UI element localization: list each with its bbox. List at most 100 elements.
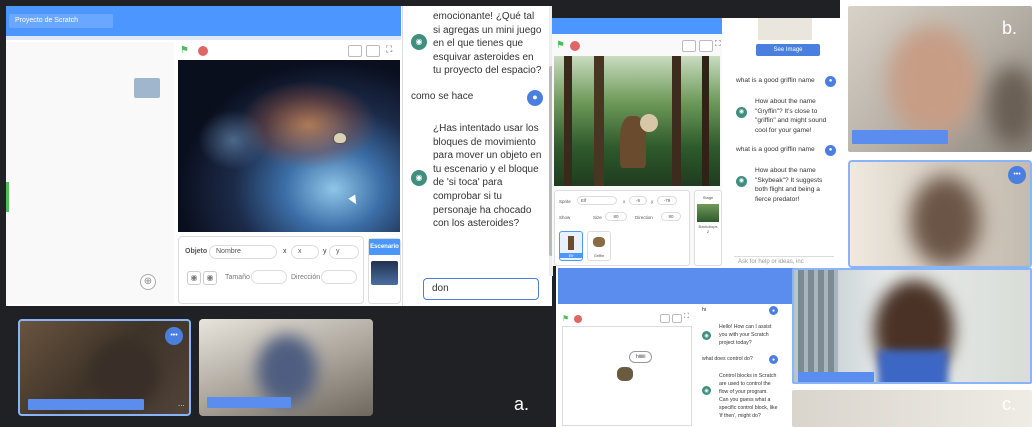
show-label: Show	[559, 215, 571, 220]
user-avatar-icon: ●	[825, 76, 836, 87]
stop-icon[interactable]	[570, 41, 580, 51]
bot-message: emocionante! ¿Qué tal si agregas un mini…	[433, 11, 542, 77]
stage-thumbnail[interactable]	[697, 204, 719, 222]
tree-trunk	[672, 56, 681, 186]
chat-image-preview	[758, 18, 812, 40]
user-message: what is a good griffin name	[736, 77, 815, 84]
stage-canvas-c[interactable]: hiiiiii	[562, 326, 692, 426]
chat-thread-a: ◉ emocionante! ¿Qué tal si agregas un mi…	[411, 10, 543, 237]
stop-icon[interactable]	[198, 46, 208, 56]
scratch-window-a: Proyecto de Scratch ⊕ ⚑ ⛶ Objeto Nombre	[6, 6, 553, 306]
direction-label: Dirección	[291, 274, 321, 281]
participant-tile-c2[interactable]: c.	[792, 390, 1032, 427]
spaceship-sprite[interactable]	[333, 132, 347, 144]
green-flag-icon[interactable]: ⚑	[556, 40, 565, 51]
nebula-blue	[198, 110, 268, 170]
code-area[interactable]: ⊕	[6, 42, 174, 304]
stop-icon[interactable]	[574, 315, 582, 323]
elf-thumb-shape	[568, 236, 574, 250]
participant-more: ...	[178, 399, 185, 408]
more-options-icon[interactable]: •••	[1008, 166, 1026, 184]
participant-tile-b2[interactable]: •••	[848, 160, 1032, 268]
object-label: Objeto	[185, 248, 208, 255]
griffin-sprite[interactable]	[640, 114, 658, 132]
chat-input-a[interactable]: don	[423, 278, 539, 300]
large-stage-icon[interactable]	[699, 40, 713, 52]
participant-name-bar	[852, 130, 948, 144]
participant-name-bar	[207, 397, 291, 408]
green-flag-icon[interactable]: ⚑	[180, 45, 189, 56]
stage-canvas[interactable]	[178, 60, 400, 232]
fullscreen-icon[interactable]: ⛶	[684, 313, 689, 321]
participant-face	[910, 176, 980, 266]
stage-pane-b: Stage Backdrops 2	[694, 190, 722, 266]
griffin-sprite[interactable]	[617, 367, 633, 381]
stage-canvas-b[interactable]	[554, 56, 720, 186]
project-title-field[interactable]: Proyecto de Scratch	[9, 14, 113, 28]
scratch-window-b: ⚑ ⛶ Sprite Elf x -9 y -79 Show Size 80 D…	[552, 34, 722, 266]
size-input[interactable]: 80	[605, 212, 627, 221]
y-label: y	[323, 248, 327, 255]
participant-face	[888, 26, 978, 136]
hide-eye-icon[interactable]: ◉	[203, 271, 217, 285]
large-stage-icon[interactable]	[672, 314, 682, 323]
scratch-window-c: ⚑ ⛶ hiiiiii	[558, 304, 694, 427]
panel-label-b: b.	[1002, 18, 1018, 38]
bot-avatar-icon: ◉	[411, 34, 427, 50]
bot-avatar-icon: ◉	[736, 176, 747, 187]
sprite-thumbnail-icon	[134, 78, 160, 98]
sprite-thumb-elf[interactable]: Elf	[559, 231, 583, 261]
chat-thread-c: hi ● ◉ Hello! How can I assist you with …	[702, 306, 778, 420]
bot-avatar-icon: ◉	[702, 331, 711, 340]
participant-tile-c1[interactable]	[792, 268, 1032, 384]
show-eye-icon[interactable]: ◉	[187, 271, 201, 285]
panel-label-a: a.	[514, 394, 530, 414]
stage-label: Stage	[702, 195, 714, 200]
stage-thumbnail[interactable]	[371, 261, 398, 285]
small-stage-icon[interactable]	[348, 45, 362, 57]
participant-tile-1[interactable]: ••• ...	[18, 319, 191, 416]
fullscreen-icon[interactable]: ⛶	[715, 39, 721, 49]
user-avatar-icon: ●	[769, 306, 778, 315]
y-input[interactable]: y	[329, 245, 359, 259]
user-avatar-icon: ●	[527, 89, 543, 106]
bot-message: How about the name "Gryffin"? It's close…	[755, 98, 827, 134]
block-edge	[6, 182, 9, 212]
participant-name-bar	[28, 399, 144, 410]
user-avatar-icon: ●	[825, 145, 836, 156]
direction-input[interactable]: 90	[661, 212, 681, 221]
x-label: x	[283, 248, 287, 255]
participant-name-bar	[798, 372, 874, 382]
participant-tile-b1[interactable]: b.	[848, 6, 1032, 152]
participant-tile-2[interactable]	[199, 319, 373, 416]
scratch-menu-bar: Proyecto de Scratch	[6, 6, 401, 36]
sprite-name-input[interactable]: Elf	[577, 196, 617, 205]
small-stage-icon[interactable]	[660, 314, 670, 323]
x-input[interactable]: x	[291, 245, 319, 259]
x-input[interactable]: -9	[629, 196, 647, 205]
y-label: y	[651, 199, 654, 204]
sprite-thumb-label: Griffin	[593, 253, 605, 258]
y-input[interactable]: -79	[657, 196, 677, 205]
direction-input[interactable]	[321, 270, 357, 284]
cursor-icon	[348, 194, 360, 207]
zoom-in-icon[interactable]: ⊕	[140, 274, 156, 290]
large-stage-icon[interactable]	[366, 45, 380, 57]
bot-avatar-icon: ◉	[736, 107, 747, 118]
speech-bubble: hiiiiii	[629, 351, 653, 363]
size-input[interactable]	[251, 270, 287, 284]
fullscreen-icon[interactable]: ⛶	[386, 44, 392, 55]
panel-b: ⚑ ⛶ Sprite Elf x -9 y -79 Show Size 80 D…	[552, 0, 840, 266]
stage-controls: ⚑ ⛶	[178, 42, 400, 60]
scratch-menu-bar-b	[552, 18, 722, 34]
sprite-thumb-griffin[interactable]: Griffin	[587, 231, 611, 261]
chat-input-b[interactable]: Ask for help or ideas, inc	[734, 256, 834, 266]
tree-trunk	[594, 56, 604, 186]
sprite-name-input[interactable]: Nombre	[209, 245, 277, 259]
see-image-button[interactable]: See Image	[756, 44, 820, 56]
green-flag-icon[interactable]: ⚑	[562, 314, 569, 323]
small-stage-icon[interactable]	[682, 40, 696, 52]
size-label: Size	[593, 215, 602, 220]
user-message: como se hace	[411, 90, 474, 102]
menu-shadow	[6, 36, 401, 40]
